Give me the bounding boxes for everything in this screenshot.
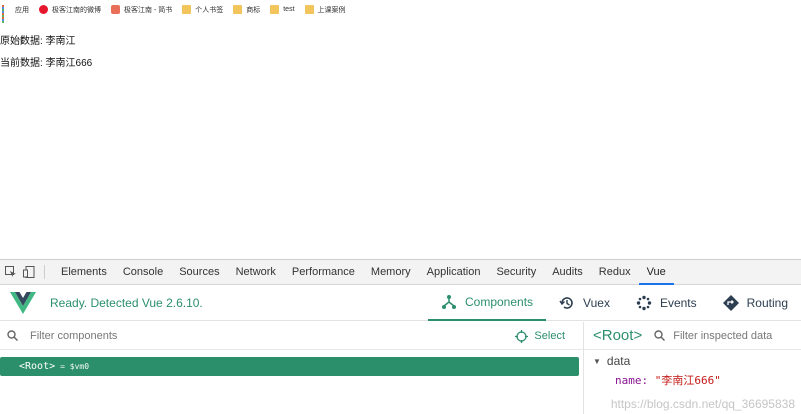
data-section: ▼ data name: "李南江666": [584, 350, 801, 388]
bookmark-class-cases[interactable]: 上课案例: [304, 5, 346, 15]
events-icon: [636, 295, 652, 311]
vue-tab-events[interactable]: Events: [623, 285, 710, 321]
search-icon: [654, 330, 666, 341]
text-cursor-icon: I: [20, 36, 23, 46]
data-property-row[interactable]: name: "李南江666": [615, 372, 801, 388]
vue-status-text: Ready. Detected Vue 2.6.10.: [50, 295, 203, 310]
property-key: name:: [615, 374, 649, 387]
vue-logo-icon: [10, 291, 36, 314]
components-icon: [441, 295, 456, 309]
component-tree-pane: Filter components Select <Root> = $vm0: [0, 322, 584, 414]
devtools-tab-bar: Elements Console Sources Network Perform…: [0, 260, 801, 285]
weibo-icon: [39, 5, 48, 14]
vue-devtools-header: Ready. Detected Vue 2.6.10. Components V…: [0, 285, 801, 321]
history-icon: [559, 297, 573, 309]
vue-tab-components[interactable]: Components: [427, 285, 547, 321]
folder-icon: [270, 5, 280, 14]
tab-sources[interactable]: Sources: [171, 260, 227, 285]
apps-icon: [2, 5, 11, 23]
bookmark-apps[interactable]: 应用: [2, 5, 29, 23]
select-component-button[interactable]: Select: [515, 322, 565, 350]
tab-performance[interactable]: Performance: [284, 260, 363, 285]
tab-application[interactable]: Application: [419, 260, 489, 285]
folder-icon: [182, 5, 192, 14]
bookmark-label: 应用: [15, 6, 29, 14]
root-vm-label: = $vm0: [60, 362, 90, 371]
bookmark-label: 个人书签: [195, 6, 224, 14]
property-value: "李南江666": [654, 374, 721, 387]
root-node-label: <Root>: [19, 361, 56, 372]
current-data-text: 当前数据: 李南江666: [0, 58, 93, 69]
watermark: https://blog.csdn.net/qq_36695838: [610, 397, 795, 411]
tab-redux[interactable]: Redux: [591, 260, 639, 285]
bookmark-label: 极客江南 - 简书: [124, 6, 173, 14]
tab-console[interactable]: Console: [115, 260, 171, 285]
tab-elements[interactable]: Elements: [53, 260, 115, 285]
tab-memory[interactable]: Memory: [363, 260, 419, 285]
search-icon: [7, 330, 18, 341]
inspect-element-icon[interactable]: [4, 265, 18, 279]
tab-network[interactable]: Network: [228, 260, 284, 285]
bookmark-test[interactable]: test: [270, 5, 295, 14]
inspector-header: <Root> Filter inspected data: [584, 322, 801, 350]
data-section-label: data: [606, 354, 631, 368]
tab-security[interactable]: Security: [488, 260, 544, 285]
events-label: Events: [659, 296, 697, 310]
original-data-text: 原始数据: 李南江: [0, 36, 76, 47]
devtools-panel: Elements Console Sources Network Perform…: [0, 259, 801, 414]
folder-icon: [233, 5, 243, 14]
tab-audits[interactable]: Audits: [544, 260, 591, 285]
tab-vue[interactable]: Vue: [638, 260, 674, 285]
bookmark-trademark[interactable]: 商标: [233, 5, 260, 15]
vue-nav: Components Vuex Events Routing: [427, 285, 801, 321]
bookmark-weibo[interactable]: 极客江南的微博: [39, 5, 101, 15]
bookmarks-bar: 应用 极客江南的微博 极客江南 - 简书 个人书签 商标 test 上课案例: [0, 0, 801, 23]
components-label: Components: [464, 295, 534, 309]
target-icon: [515, 329, 529, 343]
toolbar-divider: [44, 265, 45, 279]
device-toolbar-icon[interactable]: [22, 265, 36, 279]
bookmark-label: test: [283, 6, 295, 13]
bookmark-label: 上课案例: [317, 6, 346, 14]
bookmark-label: 极客江南的微博: [52, 6, 101, 14]
vuex-label: Vuex: [583, 296, 610, 310]
filter-inspected-data-input[interactable]: Filter inspected data: [673, 330, 772, 342]
component-filter-row: Filter components Select: [0, 322, 583, 350]
vue-tab-routing[interactable]: Routing: [710, 285, 801, 321]
bookmark-personal[interactable]: 个人书签: [182, 5, 223, 15]
caret-down-icon: ▼: [593, 356, 601, 366]
jianshu-icon: [111, 5, 120, 14]
data-section-toggle[interactable]: ▼ data: [593, 354, 801, 368]
bookmark-jianshu[interactable]: 极客江南 - 简书: [111, 5, 172, 15]
bookmark-label: 商标: [246, 6, 261, 14]
inspected-component-title: <Root>: [593, 327, 643, 344]
component-tree-root-row[interactable]: <Root> = $vm0: [0, 357, 579, 376]
filter-components-input[interactable]: Filter components: [30, 330, 117, 342]
vue-tab-vuex[interactable]: Vuex: [546, 285, 623, 321]
routing-label: Routing: [746, 296, 788, 310]
select-label: Select: [534, 330, 565, 342]
folder-icon: [304, 5, 314, 14]
routing-icon: [722, 295, 739, 311]
